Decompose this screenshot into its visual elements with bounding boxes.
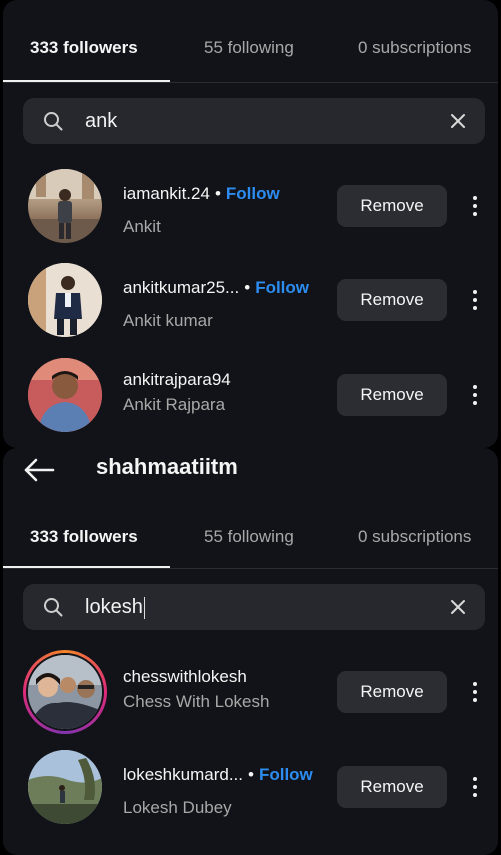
remove-button[interactable]: Remove — [337, 766, 447, 808]
avatar[interactable] — [28, 169, 102, 243]
username[interactable]: chesswithlokesh — [123, 667, 247, 687]
remove-button[interactable]: Remove — [337, 279, 447, 321]
search-input[interactable]: lokesh — [85, 584, 145, 630]
remove-button[interactable]: Remove — [337, 671, 447, 713]
username[interactable]: ankitrajpara94 — [123, 370, 231, 390]
tab-followers[interactable]: 333 followers — [30, 518, 138, 556]
follow-tabs: 333 followers 55 following 0 subscriptio… — [3, 518, 498, 558]
list-item[interactable]: ankitrajpara94 Ankit Rajpara Remove — [3, 353, 498, 437]
avatar[interactable] — [28, 263, 102, 337]
username[interactable]: lokeshkumard... • Follow — [123, 765, 313, 785]
avatar[interactable] — [28, 358, 102, 432]
username-text[interactable]: chesswithlokesh — [123, 667, 247, 686]
more-vertical-icon[interactable] — [469, 680, 481, 704]
avatar[interactable] — [28, 655, 102, 729]
followers-panel-ank: 333 followers 55 following 0 subscriptio… — [3, 0, 498, 448]
full-name: Ankit — [123, 217, 161, 236]
search-icon — [44, 112, 63, 131]
follow-link[interactable]: Follow — [259, 765, 313, 784]
more-vertical-icon[interactable] — [469, 194, 481, 218]
more-vertical-icon[interactable] — [469, 383, 481, 407]
story-ring[interactable] — [23, 650, 107, 734]
separator-dot: • — [244, 278, 251, 297]
full-name: Chess With Lokesh — [123, 692, 270, 711]
username-text[interactable]: lokeshkumard... — [123, 765, 243, 784]
username-text[interactable]: ankitrajpara94 — [123, 370, 231, 389]
followers-panel-lokesh: shahmaatiitm 333 followers 55 following … — [3, 448, 498, 855]
close-icon[interactable] — [449, 112, 467, 130]
full-name: Ankit kumar — [123, 311, 213, 330]
close-icon[interactable] — [449, 598, 467, 616]
username[interactable]: ankitkumar25... • Follow — [123, 278, 309, 298]
remove-button[interactable]: Remove — [337, 374, 447, 416]
back-arrow-icon[interactable] — [23, 456, 55, 484]
list-item[interactable]: chesswithlokesh Chess With Lokesh Remove — [3, 650, 498, 734]
search-icon — [44, 598, 63, 617]
follow-link[interactable]: Follow — [255, 278, 309, 297]
separator-dot: • — [214, 184, 221, 203]
page-title: shahmaatiitm — [96, 454, 238, 479]
username-text[interactable]: iamankit.24 — [123, 184, 210, 203]
search-bar[interactable]: ank — [23, 98, 485, 144]
tab-divider — [3, 82, 498, 83]
follow-link[interactable]: Follow — [226, 184, 280, 203]
full-name: Ankit Rajpara — [123, 395, 226, 414]
tab-subscriptions[interactable]: 0 subscriptions — [358, 29, 471, 67]
tab-following[interactable]: 55 following — [204, 29, 294, 67]
full-name: Lokesh Dubey — [123, 798, 232, 817]
list-item[interactable]: lokeshkumard... • Follow Lokesh Dubey Remo… — [3, 745, 498, 829]
tab-subscriptions[interactable]: 0 subscriptions — [358, 518, 471, 556]
follow-tabs: 333 followers 55 following 0 subscriptio… — [3, 29, 498, 69]
separator-dot: • — [248, 765, 254, 784]
search-bar[interactable]: lokesh — [23, 584, 485, 630]
username-text[interactable]: ankitkumar25... — [123, 278, 239, 297]
tab-divider — [3, 568, 498, 569]
username[interactable]: iamankit.24 • Follow — [123, 184, 280, 204]
remove-button[interactable]: Remove — [337, 185, 447, 227]
more-vertical-icon[interactable] — [469, 775, 481, 799]
tab-followers[interactable]: 333 followers — [30, 29, 138, 67]
list-item[interactable]: ankitkumar25... • Follow Ankit kumar Remov… — [3, 258, 498, 342]
list-item[interactable]: iamankit.24 • Follow Ankit Remove — [3, 164, 498, 248]
avatar[interactable] — [28, 750, 102, 824]
search-input[interactable]: ank — [85, 98, 117, 144]
profile-header: shahmaatiitm — [3, 448, 498, 492]
more-vertical-icon[interactable] — [469, 288, 481, 312]
tab-following[interactable]: 55 following — [204, 518, 294, 556]
